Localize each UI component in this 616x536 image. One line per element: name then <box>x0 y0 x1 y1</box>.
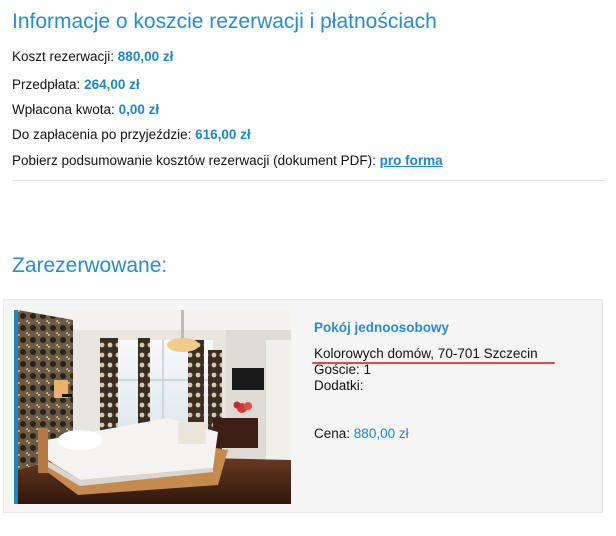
room-address: Kolorowych domów, 70-701 Szczecin <box>314 346 538 361</box>
download-summary-row: Pobierz podsumowanie kosztów rezerwacji … <box>12 153 443 168</box>
prepayment-row: Przedpłata: 264,00 zł <box>12 77 140 92</box>
download-summary-label: Pobierz podsumowanie kosztów rezerwacji … <box>12 153 376 168</box>
section-divider <box>12 180 606 181</box>
paid-amount-label: Wpłacona kwota: <box>12 102 115 117</box>
room-price-value: 880,00 zł <box>353 426 409 441</box>
reservation-cost-row: Koszt rezerwacji: 880,00 zł <box>12 49 173 64</box>
paid-amount-row: Wpłacona kwota: 0,00 zł <box>12 102 159 117</box>
page-title: Informacje o koszcie rezerwacji i płatno… <box>12 10 437 33</box>
room-extras: Dodatki: <box>314 378 364 393</box>
prepayment-value: 264,00 zł <box>84 77 140 92</box>
room-photo[interactable] <box>14 310 291 504</box>
room-title[interactable]: Pokój jednoosobowy <box>314 320 449 335</box>
room-price-row: Cena: 880,00 zł <box>314 426 409 441</box>
pro-forma-link[interactable]: pro forma <box>380 153 443 168</box>
reserved-heading: Zarezerwowane: <box>12 254 168 277</box>
prepayment-label: Przedpłata: <box>12 77 81 92</box>
due-on-arrival-row: Do zapłacenia po przyjeździe: 616,00 zł <box>12 127 251 142</box>
room-guests: Goście: 1 <box>314 362 372 377</box>
paid-amount-value: 0,00 zł <box>118 102 160 117</box>
reservation-cost-value: 880,00 zł <box>117 49 174 64</box>
reservation-cost-label: Koszt rezerwacji: <box>12 49 115 64</box>
room-price-label: Cena: <box>314 426 351 441</box>
due-on-arrival-label: Do zapłacenia po przyjeździe: <box>12 127 192 142</box>
due-on-arrival-value: 616,00 zł <box>195 127 251 142</box>
